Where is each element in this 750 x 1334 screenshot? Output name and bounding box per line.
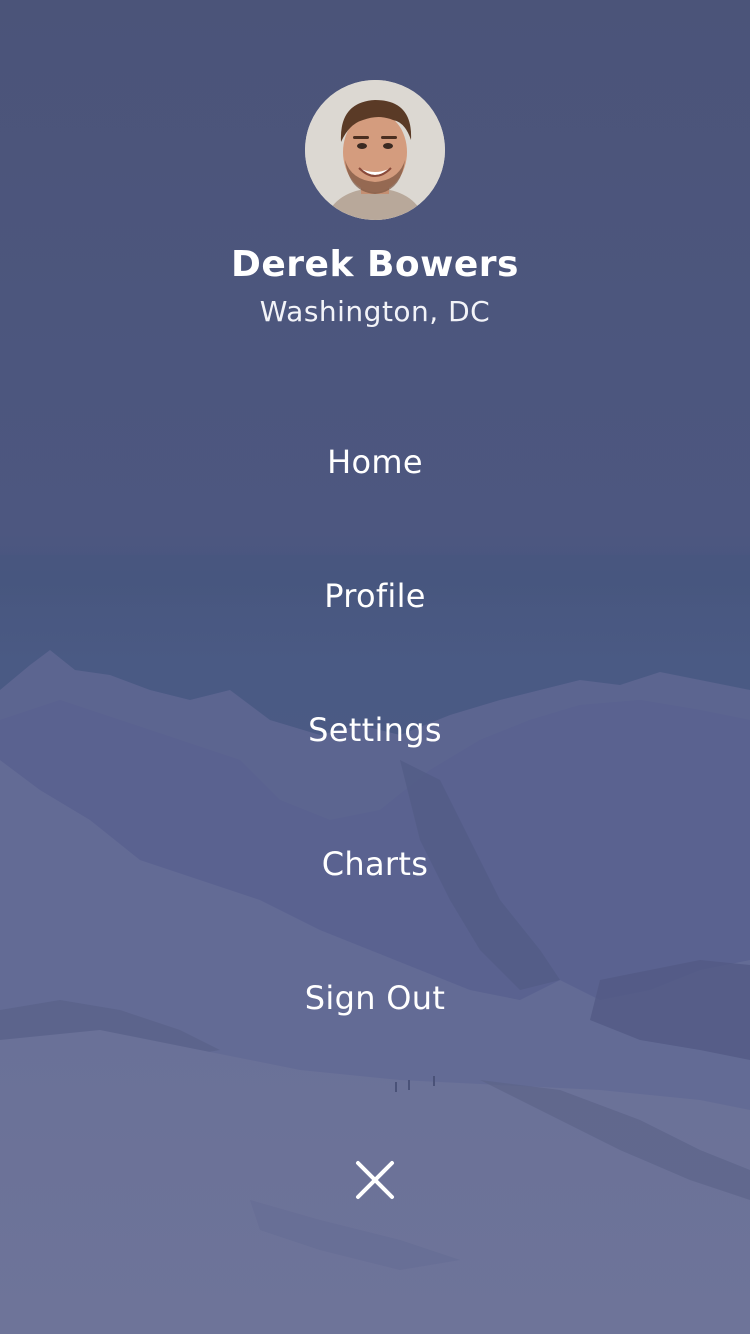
user-photo-icon <box>305 80 445 220</box>
menu-item-profile[interactable]: Profile <box>225 562 525 630</box>
user-name: Derek Bowers <box>231 244 519 285</box>
avatar[interactable] <box>305 80 445 220</box>
side-menu-screen: Derek Bowers Washington, DC Home Profile… <box>0 0 750 1334</box>
menu-item-settings[interactable]: Settings <box>225 696 525 764</box>
close-icon <box>356 1161 394 1199</box>
menu-item-charts[interactable]: Charts <box>225 830 525 898</box>
user-location: Washington, DC <box>259 295 491 328</box>
menu-content: Derek Bowers Washington, DC Home Profile… <box>0 0 750 1334</box>
close-menu-button[interactable] <box>345 1150 405 1210</box>
menu-item-sign-out[interactable]: Sign Out <box>225 964 525 1032</box>
navigation-menu: Home Profile Settings Charts Sign Out <box>0 428 750 1098</box>
menu-item-home[interactable]: Home <box>225 428 525 496</box>
